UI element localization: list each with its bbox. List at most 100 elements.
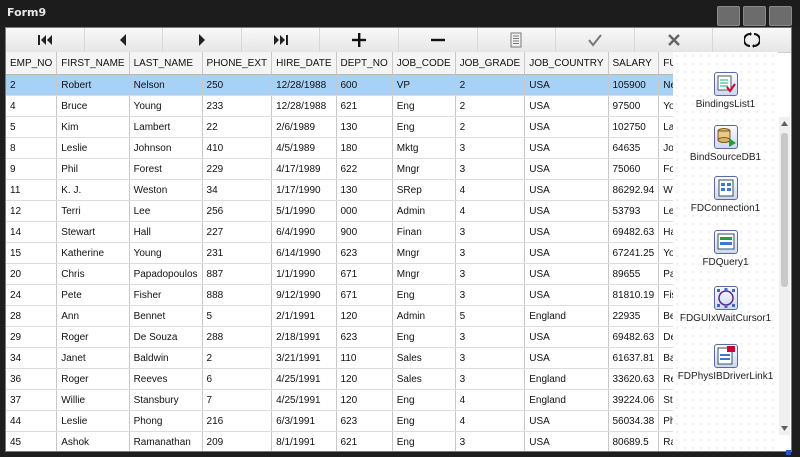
table-cell[interactable]: USA: [524, 74, 609, 96]
table-cell[interactable]: 2: [455, 74, 526, 96]
table-cell[interactable]: 22935: [608, 305, 660, 327]
table-cell[interactable]: 4: [455, 389, 526, 411]
table-cell[interactable]: Mktg: [392, 137, 456, 159]
column-header[interactable]: JOB_COUNTRY: [524, 52, 609, 75]
table-cell[interactable]: 5: [455, 305, 526, 327]
table-cell[interactable]: 2: [455, 116, 526, 138]
table-row[interactable]: 11 K. J. Weston 34 1/17/1990 130 SRep 4 USA 86292…: [6, 179, 673, 201]
table-cell[interactable]: Stansbury, Willie: [658, 389, 673, 411]
insert-record-button[interactable]: [320, 28, 399, 52]
table-cell[interactable]: De Souza, Roger: [658, 326, 673, 348]
close-button[interactable]: [769, 6, 792, 26]
maximize-button[interactable]: [743, 6, 766, 26]
column-header[interactable]: HIRE_DATE: [271, 52, 337, 75]
table-cell[interactable]: 4: [455, 179, 526, 201]
table-cell[interactable]: 256: [202, 200, 273, 222]
table-cell[interactable]: USA: [524, 410, 609, 432]
table-cell[interactable]: Janet: [56, 347, 130, 369]
table-cell[interactable]: Young, Katherine: [658, 242, 673, 264]
table-row[interactable]: 45 Ashok Ramanathan 209 8/1/1991 621 Eng 3 USA 80…: [6, 431, 673, 451]
table-cell[interactable]: 4/5/1989: [271, 137, 337, 159]
table-cell[interactable]: 6/14/1990: [271, 242, 337, 264]
scroll-down-icon[interactable]: [779, 423, 790, 433]
table-cell[interactable]: 56034.38: [608, 410, 660, 432]
table-cell[interactable]: 45: [6, 431, 58, 451]
table-cell[interactable]: 53793: [608, 200, 660, 222]
table-cell[interactable]: 3: [455, 284, 526, 306]
table-row[interactable]: 4 Bruce Young 233 12/28/1988 621 Eng 2 USA 97500 Y…: [6, 95, 673, 117]
table-cell[interactable]: Papadopoulos: [129, 263, 203, 285]
table-cell[interactable]: 69482.63: [608, 326, 660, 348]
column-header[interactable]: FULL_NAME: [658, 52, 673, 75]
table-cell[interactable]: 6/3/1991: [271, 410, 337, 432]
table-cell[interactable]: England: [524, 305, 609, 327]
table-cell[interactable]: Forest: [129, 158, 203, 180]
table-cell[interactable]: Eng: [392, 95, 456, 117]
table-cell[interactable]: 3: [455, 158, 526, 180]
table-cell[interactable]: K. J.: [56, 179, 130, 201]
table-cell[interactable]: 623: [336, 410, 393, 432]
table-cell[interactable]: 80689.5: [608, 431, 660, 451]
table-cell[interactable]: 5/1/1990: [271, 200, 337, 222]
table-cell[interactable]: SRep: [392, 179, 456, 201]
table-cell[interactable]: 888: [202, 284, 273, 306]
table-cell[interactable]: Roger: [56, 368, 130, 390]
refresh-button[interactable]: [713, 28, 791, 52]
table-cell[interactable]: Phong, Leslie: [658, 410, 673, 432]
table-cell[interactable]: 4/25/1991: [271, 368, 337, 390]
table-cell[interactable]: 120: [336, 305, 393, 327]
post-record-button[interactable]: [556, 28, 635, 52]
table-cell[interactable]: USA: [524, 116, 609, 138]
table-cell[interactable]: Eng: [392, 431, 456, 451]
delete-record-button[interactable]: [398, 28, 478, 52]
table-cell[interactable]: 61637.81: [608, 347, 660, 369]
table-cell[interactable]: 11: [6, 179, 58, 201]
table-cell[interactable]: Baldwin: [129, 347, 203, 369]
table-row[interactable]: 14 Stewart Hall 227 6/4/1990 900 Finan 3 USA 6948…: [6, 221, 673, 243]
table-cell[interactable]: 6: [202, 368, 273, 390]
table-cell[interactable]: Leslie: [56, 137, 130, 159]
table-row[interactable]: 20 Chris Papadopoulos 887 1/1/1990 671 Mngr 3 US…: [6, 263, 673, 285]
table-cell[interactable]: 37: [6, 389, 58, 411]
vertical-scrollbar[interactable]: [779, 117, 790, 435]
component-bind-source[interactable]: BindSourceDB1: [673, 125, 778, 163]
table-cell[interactable]: 9: [6, 158, 58, 180]
table-cell[interactable]: 671: [336, 263, 393, 285]
edit-record-button[interactable]: [477, 28, 557, 52]
table-cell[interactable]: Fisher: [129, 284, 203, 306]
first-record-button[interactable]: [6, 28, 85, 52]
table-cell[interactable]: 28: [6, 305, 58, 327]
table-cell[interactable]: 20: [6, 263, 58, 285]
table-row[interactable]: 36 Roger Reeves 6 4/25/1991 120 Sales 3 England 3…: [6, 368, 673, 390]
table-cell[interactable]: 3: [455, 242, 526, 264]
table-cell[interactable]: Nelson, Robert: [658, 74, 673, 96]
table-cell[interactable]: Sales: [392, 368, 456, 390]
table-cell[interactable]: 3: [455, 347, 526, 369]
table-cell[interactable]: USA: [524, 137, 609, 159]
table-cell[interactable]: 3/21/1991: [271, 347, 337, 369]
table-cell[interactable]: Johnson, Leslie: [658, 137, 673, 159]
table-cell[interactable]: USA: [524, 347, 609, 369]
component-connection[interactable]: FDConnection1: [673, 176, 778, 214]
table-cell[interactable]: Hall, Stewart: [658, 221, 673, 243]
table-cell[interactable]: Papadopoulos, Chris: [658, 263, 673, 285]
table-cell[interactable]: 623: [336, 242, 393, 264]
table-cell[interactable]: 623: [336, 326, 393, 348]
prior-record-button[interactable]: [84, 28, 164, 52]
table-cell[interactable]: 5: [202, 305, 273, 327]
table-cell[interactable]: 410: [202, 137, 273, 159]
table-cell[interactable]: Johnson: [129, 137, 203, 159]
table-cell[interactable]: 3: [455, 137, 526, 159]
table-cell[interactable]: 130: [336, 179, 393, 201]
table-cell[interactable]: 64635: [608, 137, 660, 159]
scroll-up-icon[interactable]: [779, 119, 790, 129]
table-cell[interactable]: Young, Bruce: [658, 95, 673, 117]
column-header[interactable]: JOB_GRADE: [455, 52, 526, 75]
table-cell[interactable]: Chris: [56, 263, 130, 285]
table-cell[interactable]: 2: [455, 95, 526, 117]
table-cell[interactable]: 227: [202, 221, 273, 243]
table-cell[interactable]: USA: [524, 221, 609, 243]
table-cell[interactable]: Eng: [392, 284, 456, 306]
table-cell[interactable]: Nelson: [129, 74, 203, 96]
component-bindings-list[interactable]: BindingsList1: [673, 72, 778, 110]
